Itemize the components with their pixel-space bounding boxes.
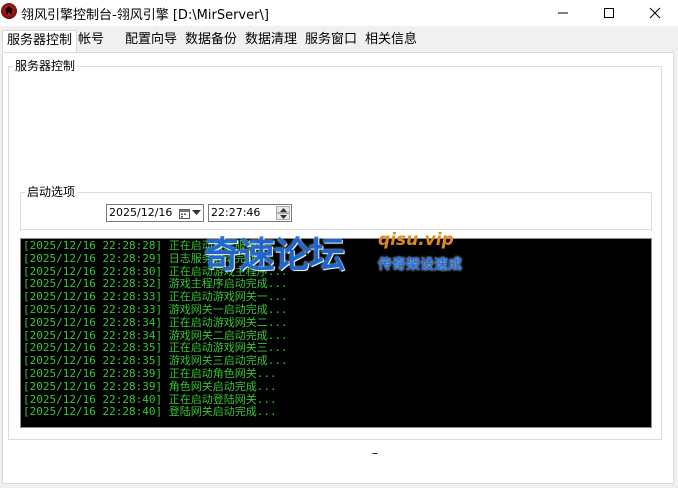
tab-bar: 服务器控制 帐号 配置向导 数据备份 数据清理 服务窗口 相关信息 bbox=[0, 30, 678, 52]
time-spinner[interactable] bbox=[276, 206, 290, 220]
spin-up-button[interactable] bbox=[276, 206, 290, 213]
minimize-button[interactable] bbox=[540, 0, 586, 26]
spin-down-button[interactable] bbox=[276, 213, 290, 220]
start-time-picker[interactable]: 22:27:46 bbox=[208, 204, 292, 222]
chevron-up-icon bbox=[279, 207, 287, 212]
minimize-icon bbox=[558, 12, 568, 14]
tab-about[interactable]: 相关信息 bbox=[361, 30, 421, 50]
start-date-value: 2025/12/16 bbox=[109, 206, 173, 219]
app-window: 翎风引擎控制台-翎风引擎 [D:\MirServer\] 服务器控制 帐号 配置… bbox=[0, 0, 678, 488]
calendar-icon bbox=[179, 208, 190, 219]
app-logo-icon[interactable] bbox=[1, 3, 17, 19]
chevron-down-icon bbox=[192, 210, 201, 215]
calendar-dropdown-button[interactable] bbox=[179, 206, 201, 220]
start-date-picker[interactable]: 2025/12/16 bbox=[106, 204, 204, 222]
server-control-legend: 服务器控制 bbox=[13, 58, 78, 74]
window-title: 翎风引擎控制台-翎风引擎 [D:\MirServer\] bbox=[21, 8, 269, 23]
server-log-console[interactable]: [2025/12/16 22:28:28] 正在启动日志服务... [2025/… bbox=[20, 238, 652, 428]
close-button[interactable] bbox=[632, 0, 678, 26]
tab-server-control[interactable]: 服务器控制 bbox=[2, 30, 78, 52]
chevron-down-icon bbox=[279, 214, 287, 219]
tab-accounts[interactable]: 帐号 bbox=[74, 30, 108, 50]
tab-config-wizard[interactable]: 配置向导 bbox=[121, 30, 181, 50]
tab-service-windows[interactable]: 服务窗口 bbox=[301, 30, 361, 50]
close-icon bbox=[649, 7, 661, 19]
tab-data-backup[interactable]: 数据备份 bbox=[181, 30, 241, 50]
maximize-button[interactable] bbox=[586, 0, 632, 26]
title-bar[interactable]: 翎风引擎控制台-翎风引擎 [D:\MirServer\] bbox=[0, 0, 678, 26]
tab-data-cleanup[interactable]: 数据清理 bbox=[241, 30, 301, 50]
log-line: [2025/12/16 22:28:40] 登陆网关启动完成... bbox=[23, 405, 277, 419]
status-text: – bbox=[372, 446, 378, 460]
startup-options-legend: 启动选项 bbox=[25, 184, 78, 200]
start-time-value: 22:27:46 bbox=[211, 206, 261, 219]
maximize-icon bbox=[604, 8, 614, 18]
